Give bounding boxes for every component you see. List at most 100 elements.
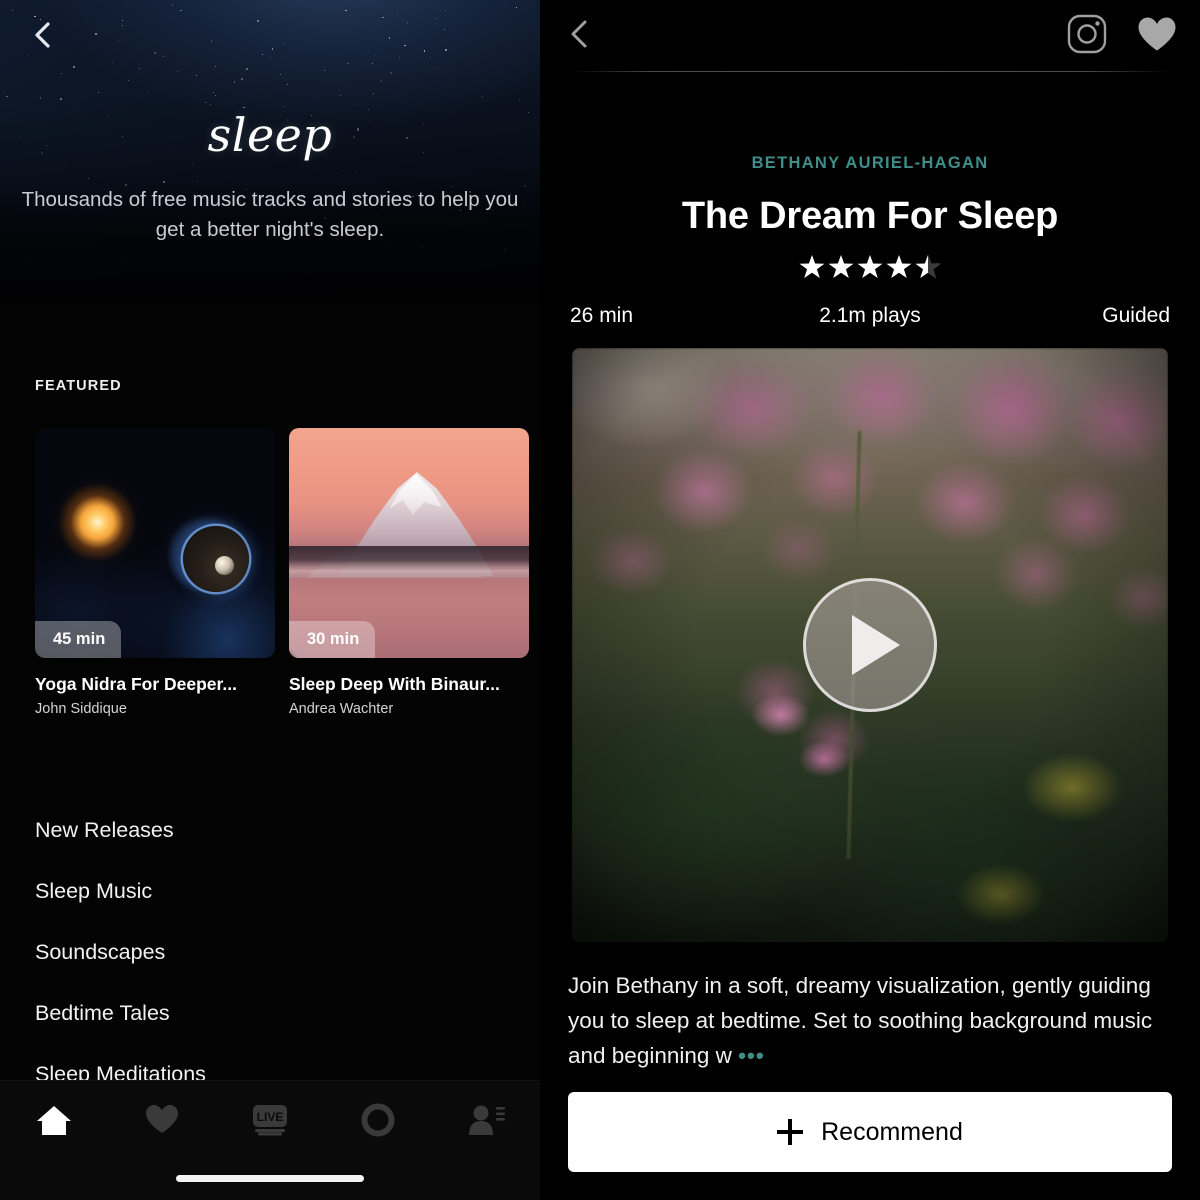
- recommend-button[interactable]: Recommend: [568, 1092, 1172, 1172]
- circle-icon: [361, 1103, 395, 1137]
- star-dot: [519, 99, 521, 101]
- star-dot: [284, 105, 286, 107]
- star-dot: [192, 163, 194, 166]
- star-dot: [404, 45, 406, 47]
- star-dot: [374, 54, 376, 56]
- star-dot: [262, 53, 264, 56]
- instagram-camera-icon: [1067, 14, 1107, 53]
- star-dot: [342, 171, 344, 173]
- back-button-right[interactable]: [564, 17, 596, 56]
- star-dot: [153, 52, 156, 55]
- star-dot: [121, 19, 124, 21]
- star-dot: [445, 49, 447, 51]
- star-dot: [389, 72, 393, 75]
- tab-favorites[interactable]: [108, 1103, 216, 1135]
- card-title: Sleep Deep With Binaur...: [289, 674, 500, 694]
- star-dot: [257, 19, 260, 22]
- star-dot: [429, 56, 431, 59]
- heart-icon: [1138, 17, 1176, 50]
- star-dot: [279, 73, 281, 76]
- star-dot: [323, 69, 325, 72]
- star-icon: [857, 255, 883, 280]
- svg-text:LIVE: LIVE: [257, 1110, 284, 1124]
- star-dot: [397, 13, 399, 15]
- profile-icon: [469, 1105, 505, 1135]
- card-thumbnail-space[interactable]: 45 min: [35, 428, 275, 658]
- card-author: Andrea Wachter: [289, 701, 394, 717]
- star-dot: [283, 42, 285, 45]
- star-dot: [162, 55, 164, 58]
- track-meta-row: 26 min 2.1m plays Guided: [540, 304, 1200, 328]
- tab-live[interactable]: LIVE: [216, 1103, 324, 1137]
- bottom-tab-bar: LIVE: [0, 1080, 540, 1200]
- featured-cards-row: 45 min Yoga Nidra For Deeper... John Sid…: [35, 428, 529, 717]
- star-dot: [210, 103, 212, 105]
- star-dot: [40, 97, 42, 99]
- card-thumbnail-mountain[interactable]: 30 min: [289, 428, 529, 658]
- star-dot: [27, 54, 29, 56]
- star-dot: [354, 171, 357, 173]
- description-more-ellipsis[interactable]: •••: [738, 1043, 765, 1068]
- star-dot: [65, 163, 67, 165]
- star-dot: [112, 61, 114, 63]
- star-dot: [271, 48, 273, 50]
- back-button-left[interactable]: [26, 18, 60, 52]
- tab-record[interactable]: [324, 1103, 432, 1137]
- star-dot: [240, 74, 242, 76]
- app-screenshot: sleep Thousands of free music tracks and…: [0, 0, 1200, 1200]
- star-dot: [245, 67, 248, 70]
- star-icon: [828, 255, 854, 280]
- star-dot: [215, 66, 217, 68]
- tab-profile[interactable]: [432, 1103, 540, 1137]
- star-dot: [445, 9, 447, 12]
- sleep-wordmark: sleep: [207, 108, 333, 162]
- star-dot: [122, 24, 124, 26]
- card-title: Yoga Nidra For Deeper...: [35, 674, 237, 694]
- star-dot: [339, 94, 341, 96]
- grid-apps-button[interactable]: [1004, 19, 1038, 53]
- heart-icon: [146, 1105, 178, 1133]
- star-dot: [388, 37, 390, 39]
- hero-media-card[interactable]: [572, 348, 1168, 942]
- star-dot: [6, 96, 8, 98]
- chevron-left-icon: [571, 20, 587, 47]
- star-dot: [371, 63, 373, 65]
- card-author: John Siddique: [35, 701, 127, 717]
- play-button[interactable]: [803, 578, 937, 712]
- star-dot: [286, 83, 289, 86]
- duration-badge: 45 min: [35, 621, 122, 658]
- star-dot: [379, 79, 382, 82]
- star-rating[interactable]: [540, 254, 1200, 280]
- chevron-left-icon: [35, 22, 50, 48]
- star-dot: [195, 74, 198, 76]
- star-icon: [799, 255, 825, 280]
- star-dot: [481, 95, 484, 97]
- star-dot: [515, 6, 517, 8]
- featured-section-label: FEATURED: [35, 378, 122, 394]
- featured-card[interactable]: 45 min Yoga Nidra For Deeper... John Sid…: [35, 428, 275, 717]
- artist-name[interactable]: BETHANY AURIEL-HAGAN: [540, 154, 1200, 173]
- star-dot: [138, 67, 140, 70]
- star-dot: [177, 70, 179, 72]
- meta-type: Guided: [1102, 304, 1170, 327]
- star-dot: [98, 91, 100, 93]
- star-dot: [148, 92, 150, 94]
- star-dot: [233, 81, 236, 83]
- star-dot: [424, 50, 426, 52]
- instagram-share-button[interactable]: [1066, 13, 1108, 60]
- category-item-sleep-music[interactable]: Sleep Music: [35, 861, 505, 922]
- category-item-new-releases[interactable]: New Releases: [35, 800, 505, 861]
- star-dot: [345, 10, 347, 12]
- meta-duration: 26 min: [570, 304, 634, 327]
- star-dot: [205, 102, 207, 104]
- tab-home[interactable]: [0, 1103, 108, 1137]
- star-dot: [399, 57, 401, 59]
- category-item-soundscapes[interactable]: Soundscapes: [35, 922, 505, 983]
- category-list: New Releases Sleep Music Soundscapes Bed…: [35, 800, 505, 1105]
- play-icon: [852, 615, 900, 675]
- featured-card[interactable]: 30 min Sleep Deep With Binaur... Andrea …: [289, 428, 529, 717]
- favorite-button[interactable]: [1136, 15, 1178, 58]
- star-dot: [347, 62, 349, 64]
- star-half-icon: [915, 255, 941, 280]
- category-item-bedtime-tales[interactable]: Bedtime Tales: [35, 983, 505, 1044]
